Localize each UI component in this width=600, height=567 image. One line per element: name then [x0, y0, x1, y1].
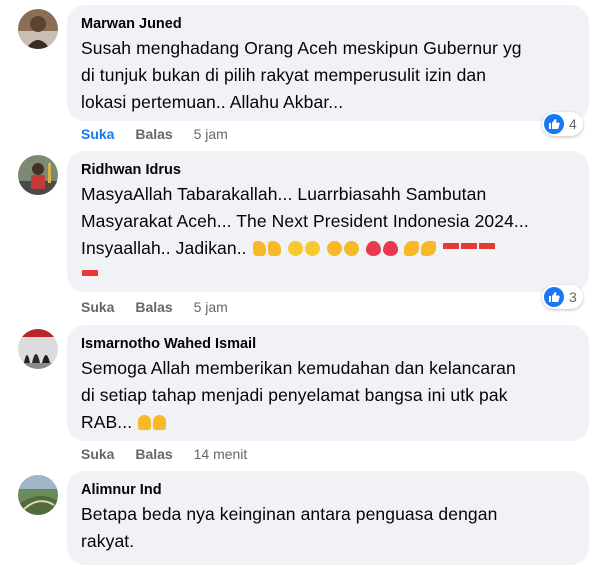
kiss-emoji [343, 241, 359, 256]
reaction-count: 4 [569, 116, 577, 132]
indonesia-flag-emoji [479, 243, 496, 255]
thumbs-up-emoji [267, 241, 281, 256]
thumbs-up-emoji [252, 241, 266, 256]
like-button[interactable]: Suka [81, 299, 114, 315]
comment-author[interactable]: Alimnur Ind [81, 481, 575, 499]
praying-hands-emoji [138, 415, 152, 430]
comment-bubble: Marwan Juned Susah menghadang Orang Aceh… [67, 5, 589, 121]
reaction-summary[interactable]: 3 [542, 285, 583, 309]
comment-bubble: Alimnur Ind Betapa beda nya keinginan an… [67, 471, 589, 565]
comment-actions: Suka Balas 14 menit [81, 446, 264, 462]
praying-hands-emoji [153, 415, 167, 430]
reply-button[interactable]: Balas [135, 446, 172, 462]
comment-text: Betapa beda nya keinginan antara penguas… [81, 504, 498, 551]
kiss-emoji [326, 241, 342, 256]
reaction-count: 3 [569, 289, 577, 305]
indonesia-flag-emoji [82, 270, 98, 282]
comment-text: Susah menghadang Orang Aceh meskipun Gub… [81, 38, 522, 112]
avatar[interactable] [18, 155, 58, 195]
comment-bubble: Ridhwan Idrus MasyaAllah Tabarakallah...… [67, 151, 589, 292]
reply-button[interactable]: Balas [135, 126, 172, 142]
avatar[interactable] [18, 475, 58, 515]
comment-text: Semoga Allah memberikan kemudahan dan ke… [81, 358, 516, 432]
heart-emoji [382, 241, 398, 256]
flexed-arm-emoji [404, 241, 420, 256]
like-icon [544, 114, 564, 134]
reaction-summary[interactable]: 4 [542, 112, 583, 136]
comment-author[interactable]: Marwan Juned [81, 15, 575, 33]
grinning-emoji [304, 241, 320, 256]
heart-emoji [365, 241, 381, 256]
comment-text: MasyaAllah Tabarakallah... Luarrbiasahh … [81, 181, 575, 289]
indonesia-flag-emoji [461, 243, 478, 255]
reply-button[interactable]: Balas [135, 299, 172, 315]
like-icon [544, 287, 564, 307]
comment-time[interactable]: 5 jam [194, 299, 228, 315]
flexed-arm-emoji [421, 241, 437, 256]
comment-time[interactable]: 14 menit [194, 446, 248, 462]
indonesia-flag-emoji [443, 243, 460, 255]
comment-author[interactable]: Ismarnotho Wahed Ismail [81, 335, 575, 353]
grinning-emoji [287, 241, 303, 256]
comment-author[interactable]: Ridhwan Idrus [81, 161, 575, 179]
comment-bubble: Ismarnotho Wahed Ismail Semoga Allah mem… [67, 325, 589, 441]
like-button[interactable]: Suka [81, 126, 114, 142]
comment-actions: Suka Balas 5 jam [81, 126, 245, 142]
avatar[interactable] [18, 329, 58, 369]
like-button[interactable]: Suka [81, 446, 114, 462]
avatar[interactable] [18, 9, 58, 49]
comment-actions: Suka Balas 5 jam [81, 299, 245, 315]
comment-time[interactable]: 5 jam [194, 126, 228, 142]
